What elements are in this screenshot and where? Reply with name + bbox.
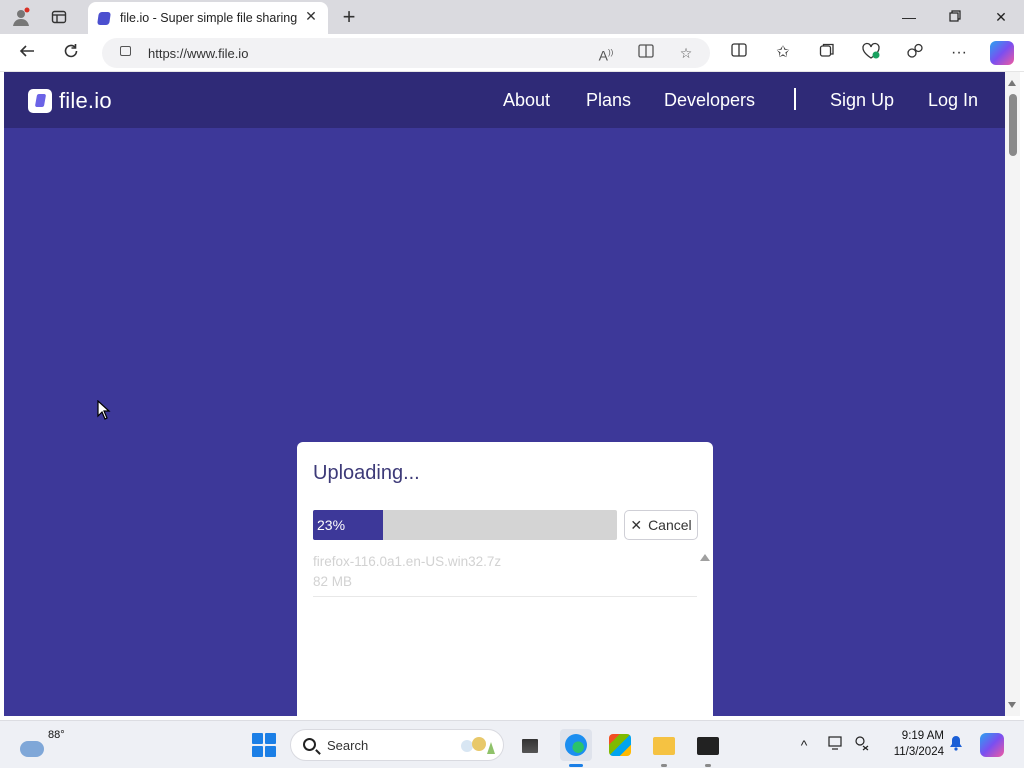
- display-icon[interactable]: [826, 735, 846, 755]
- upload-progress-text: 23%: [317, 517, 346, 533]
- immersive-reader-icon[interactable]: [636, 43, 656, 63]
- scroll-down-icon[interactable]: [1008, 702, 1016, 708]
- nav-sign-up[interactable]: Sign Up: [830, 90, 894, 111]
- copilot-taskbar-icon[interactable]: [980, 733, 1004, 757]
- profile-icon[interactable]: [10, 6, 32, 28]
- active-indicator: [569, 764, 583, 767]
- site-logo[interactable]: file.io: [28, 88, 112, 114]
- search-icon: [303, 738, 316, 751]
- tab-actions-icon[interactable]: [48, 6, 70, 28]
- url-text[interactable]: https://www.file.io: [148, 46, 248, 61]
- clock-date: 11/3/2024: [893, 746, 944, 758]
- upload-title: Uploading...: [313, 462, 420, 484]
- active-tab[interactable]: file.io - Super simple file sharing ✕: [88, 2, 328, 34]
- scroll-up-icon[interactable]: [1008, 80, 1016, 86]
- terminal-app[interactable]: [692, 729, 724, 767]
- page-scrollbar[interactable]: [1005, 72, 1020, 716]
- search-label: Search: [327, 738, 369, 753]
- microsoft-store-icon: [609, 734, 631, 756]
- divider: [313, 596, 697, 597]
- extensions-icon[interactable]: [904, 42, 926, 64]
- collections-icon[interactable]: [816, 42, 838, 64]
- cloudy-weather-icon: [20, 741, 44, 757]
- file-name: firefox-116.0a1.en-US.win32.7z: [313, 554, 502, 569]
- cancel-label: Cancel: [648, 517, 692, 533]
- network-icon[interactable]: [852, 735, 872, 755]
- browser-essentials-icon[interactable]: [860, 42, 882, 64]
- refresh-icon[interactable]: [60, 42, 82, 64]
- store-app[interactable]: [604, 729, 636, 761]
- fileio-logo-icon: [28, 89, 52, 113]
- running-indicator: [661, 764, 667, 767]
- terminal-icon: [697, 737, 719, 755]
- mouse-cursor-icon: [97, 399, 111, 425]
- scroll-up-arrow-icon[interactable]: [700, 554, 710, 561]
- windows-logo-icon: [252, 733, 263, 744]
- notification-bell-icon[interactable]: [946, 735, 966, 755]
- minimize-icon[interactable]: —: [897, 6, 921, 28]
- file-explorer-app[interactable]: [648, 729, 680, 767]
- close-tab-icon[interactable]: ✕: [302, 8, 320, 25]
- web-page: file.io About Plans Developers Sign Up L…: [4, 72, 1005, 716]
- task-view-app[interactable]: [514, 729, 546, 761]
- show-hidden-icons-icon[interactable]: ^: [794, 735, 814, 755]
- browser-tabstrip: file.io - Super simple file sharing ✕ + …: [0, 0, 1024, 34]
- folder-icon: [653, 737, 675, 755]
- restore-icon[interactable]: [943, 6, 967, 28]
- more-options-icon[interactable]: ···: [948, 42, 970, 64]
- edge-app[interactable]: [560, 729, 592, 767]
- task-view-icon: [522, 739, 538, 753]
- new-tab-button[interactable]: +: [338, 4, 360, 30]
- back-icon[interactable]: [16, 42, 38, 64]
- site-header: file.io About Plans Developers Sign Up L…: [4, 72, 1005, 128]
- favorites-icon[interactable]: ✩: [772, 42, 794, 64]
- lock-icon[interactable]: [120, 46, 131, 56]
- read-aloud-icon[interactable]: A)): [596, 43, 616, 64]
- weather-widget[interactable]: 88°: [18, 729, 68, 761]
- taskbar: 88° Search ^ 9:19 AM 11/3/2024: [0, 720, 1024, 768]
- upload-progress-bar: 23%: [313, 510, 617, 540]
- taskbar-search[interactable]: Search: [290, 729, 504, 761]
- nav-log-in[interactable]: Log In: [928, 90, 978, 111]
- browser-toolbar: https://www.file.io A)) ☆ ✩ ···: [0, 34, 1024, 72]
- start-button[interactable]: [252, 733, 276, 757]
- nav-about[interactable]: About: [503, 90, 550, 111]
- fileio-favicon-icon: [97, 12, 111, 25]
- weather-temperature: 88°: [48, 729, 65, 741]
- running-indicator: [705, 764, 711, 767]
- system-clock[interactable]: 9:19 AM 11/3/2024: [880, 728, 944, 760]
- nav-developers[interactable]: Developers: [664, 90, 755, 111]
- close-window-icon[interactable]: ✕: [989, 6, 1013, 28]
- search-highlight-icon: [457, 734, 497, 756]
- upload-dialog: Uploading... 23% ✕ Cancel firefox-116.0a…: [297, 442, 713, 716]
- copilot-icon[interactable]: [990, 41, 1014, 65]
- scrollbar-thumb[interactable]: [1009, 94, 1017, 156]
- cancel-upload-button[interactable]: ✕ Cancel: [624, 510, 698, 540]
- clock-time: 9:19 AM: [901, 730, 944, 742]
- split-screen-icon[interactable]: [728, 42, 750, 64]
- favorite-star-icon[interactable]: ☆: [676, 43, 696, 63]
- close-icon: ✕: [630, 516, 643, 533]
- nav-plans[interactable]: Plans: [586, 90, 631, 111]
- edge-icon: [565, 734, 587, 756]
- logo-text: file.io: [59, 88, 112, 113]
- address-bar[interactable]: https://www.file.io A)) ☆: [102, 38, 710, 68]
- file-size: 82 MB: [313, 574, 353, 589]
- tab-title: file.io - Super simple file sharing: [120, 11, 298, 25]
- nav-divider: [794, 88, 796, 110]
